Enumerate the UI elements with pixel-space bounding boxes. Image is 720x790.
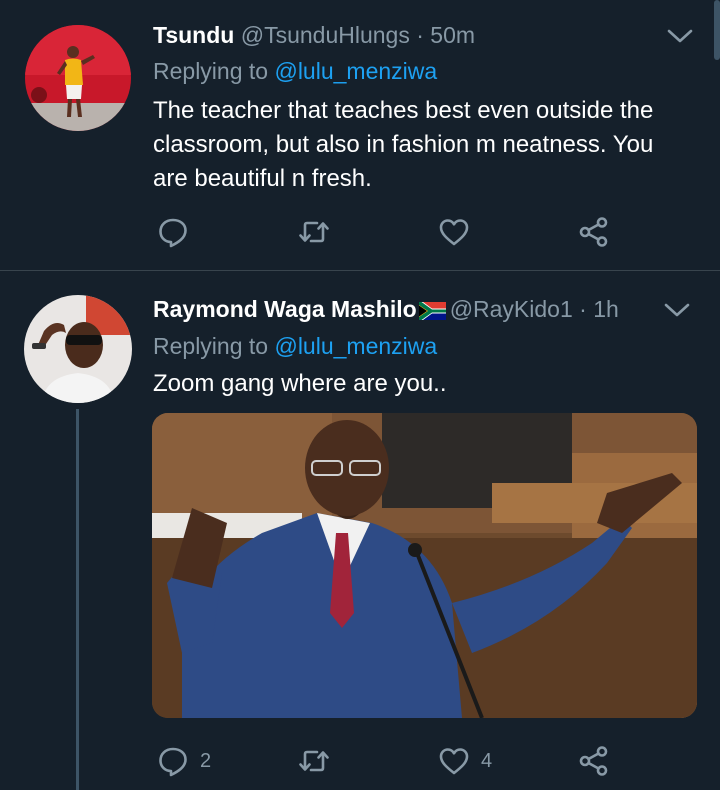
tweet-text-line: are beautiful n fresh. (153, 165, 372, 192)
like-button[interactable]: 4 (437, 741, 492, 781)
share-button[interactable] (577, 212, 611, 252)
tweet[interactable]: Tsundu @TsunduHlungs · 50m Replying to @… (0, 0, 720, 271)
replying-to: Replying to @lulu_menziwa (153, 333, 437, 360)
photo-speaker-in-parliament (152, 413, 697, 718)
avatar[interactable] (24, 295, 132, 403)
tweet-text-line: The teacher that teaches best even outsi… (153, 97, 654, 124)
username[interactable]: @TsunduHlungs (241, 22, 410, 48)
username[interactable]: @RayKido1 (450, 296, 573, 322)
thread-line (76, 409, 79, 790)
retweet-icon (299, 221, 329, 243)
retweet-button[interactable] (297, 212, 341, 252)
like-count: 4 (481, 749, 493, 772)
mention-link[interactable]: @lulu_menziwa (274, 333, 437, 359)
tweet-header: Raymond Waga Mashilo @RayKido1 · 1h (153, 296, 619, 323)
share-button[interactable] (577, 741, 611, 781)
avatar[interactable] (25, 25, 131, 131)
media-image[interactable] (152, 413, 697, 718)
action-bar: 2 4 (0, 741, 720, 781)
separator: · (416, 22, 424, 48)
tweet-text: The teacher that teaches best even outsi… (153, 94, 693, 196)
share-icon (579, 217, 608, 247)
heart-icon (439, 748, 469, 775)
tweet-header: Tsundu @TsunduHlungs · 50m (153, 22, 475, 49)
reply-icon (159, 747, 187, 777)
display-name[interactable]: Raymond Waga Mashilo (153, 296, 417, 322)
tweet-text-line: classroom, but also in fashion m neatnes… (153, 131, 654, 158)
heart-icon (439, 219, 469, 246)
replying-to-label: Replying to (153, 58, 275, 84)
reply-button[interactable] (156, 212, 200, 252)
tweet-text: Zoom gang where are you.. (153, 367, 693, 401)
tweet[interactable]: Raymond Waga Mashilo @RayKido1 · 1h Repl… (0, 271, 720, 790)
separator: · (579, 296, 587, 322)
replying-to-label: Replying to (153, 333, 275, 359)
reply-count: 2 (200, 749, 212, 772)
action-bar (0, 212, 720, 252)
replying-to: Replying to @lulu_menziwa (153, 58, 437, 85)
south-africa-flag-icon (418, 302, 446, 320)
chevron-down-icon[interactable] (667, 28, 693, 44)
retweet-icon (299, 750, 329, 772)
tweet-text-line: Zoom gang where are you.. (153, 370, 447, 397)
reply-icon (159, 218, 187, 248)
timestamp[interactable]: 50m (430, 22, 475, 48)
retweet-button[interactable] (297, 741, 341, 781)
share-icon (579, 746, 608, 776)
chevron-down-icon[interactable] (664, 302, 690, 318)
timestamp[interactable]: 1h (593, 296, 619, 322)
reply-button[interactable]: 2 (156, 741, 211, 781)
display-name[interactable]: Tsundu (153, 22, 234, 48)
like-button[interactable] (437, 212, 481, 252)
mention-link[interactable]: @lulu_menziwa (274, 58, 437, 84)
